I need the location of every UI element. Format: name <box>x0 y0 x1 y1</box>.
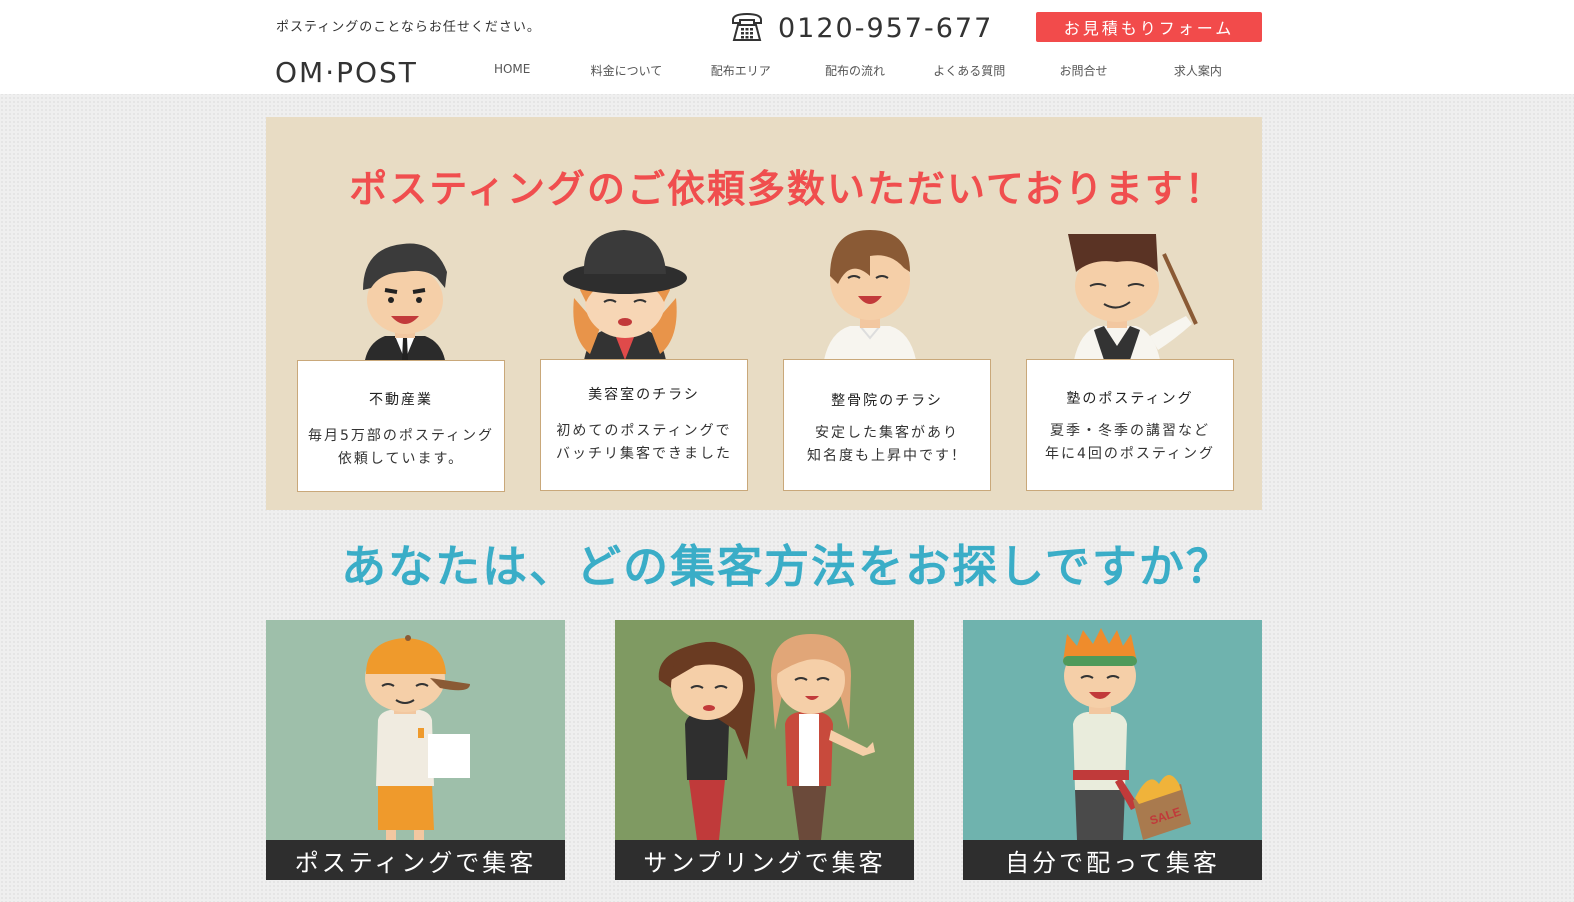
card-title: 美容室のチラシ <box>588 387 700 403</box>
testimonial-card-school: 塾のポスティング 夏季・冬季の講習など 年に4回のポスティング <box>1026 359 1234 491</box>
testimonial-card-salon: 美容室のチラシ 初めてのポスティングで バッチリ集客できました <box>540 359 748 491</box>
card-title: 整骨院のチラシ <box>831 393 943 409</box>
businessman-illustration <box>363 243 447 360</box>
delivery-person-illustration <box>365 635 470 840</box>
self-distribution-panel[interactable]: SALE 自分で配って集客 <box>963 620 1262 880</box>
hero-title: ポスティングのご依頼多数いただいております！ <box>349 167 1225 211</box>
tagline: ポスティングのことならお任せください。 <box>276 20 541 35</box>
phone-contact[interactable]: 0120-957-677 <box>730 10 993 46</box>
telephone-icon <box>732 12 762 41</box>
teacher-illustration <box>1068 234 1198 360</box>
card-text: 安定した集客があり 知名度も上昇中です！ <box>807 425 967 464</box>
testimonial-card-realestate: 不動産業 毎月5万部のポスティング 依頼しています。 <box>297 360 505 492</box>
nav-item-faq[interactable]: よくある質問 <box>912 62 1026 82</box>
card-title: 塾のポスティング <box>1066 391 1194 407</box>
card-text: 初めてのポスティングで バッチリ集客できました <box>556 423 732 462</box>
self-distributor-illustration: SALE <box>1063 628 1191 840</box>
main-nav: HOME 料金について 配布エリア 配布の流れ よくある質問 お問合せ 求人案内 <box>455 62 1255 82</box>
card-text: 夏季・冬季の講習など 年に4回のポスティング <box>1044 423 1216 462</box>
chiropractor-illustration <box>824 230 916 360</box>
testimonial-card-clinic: 整骨院のチラシ 安定した集客があり 知名度も上昇中です！ <box>783 359 991 491</box>
nav-item-pricing[interactable]: 料金について <box>569 62 683 82</box>
hairstylist-illustration <box>563 230 687 360</box>
sampling-panel[interactable]: サンプリングで集客 <box>615 620 914 880</box>
self-distribution-panel-label[interactable]: 自分で配って集客 <box>963 840 1262 880</box>
site-logo[interactable]: OM·POST <box>275 56 418 89</box>
posting-panel[interactable]: ポスティングで集客 <box>266 620 565 880</box>
nav-item-contact[interactable]: お問合せ <box>1026 62 1140 82</box>
card-title: 不動産業 <box>369 392 433 408</box>
nav-item-area[interactable]: 配布エリア <box>684 62 798 82</box>
card-text: 毎月5万部のポスティング 依頼しています。 <box>307 428 495 467</box>
nav-item-recruit[interactable]: 求人案内 <box>1141 62 1255 82</box>
posting-panel-label[interactable]: ポスティングで集客 <box>266 840 565 880</box>
nav-item-flow[interactable]: 配布の流れ <box>798 62 912 82</box>
section-title: あなたは、どの集客方法をお探しですか？ <box>341 540 1233 593</box>
sampling-panel-label[interactable]: サンプリングで集客 <box>615 840 914 880</box>
quote-form-button[interactable]: お見積もりフォーム <box>1036 12 1262 42</box>
site-header: ポスティングのことならお任せください。 OM·POST 0120-957-677… <box>0 0 1574 94</box>
phone-number[interactable]: 0120-957-677 <box>778 13 993 44</box>
sampling-women-illustration <box>658 634 875 840</box>
nav-item-home[interactable]: HOME <box>455 62 569 82</box>
